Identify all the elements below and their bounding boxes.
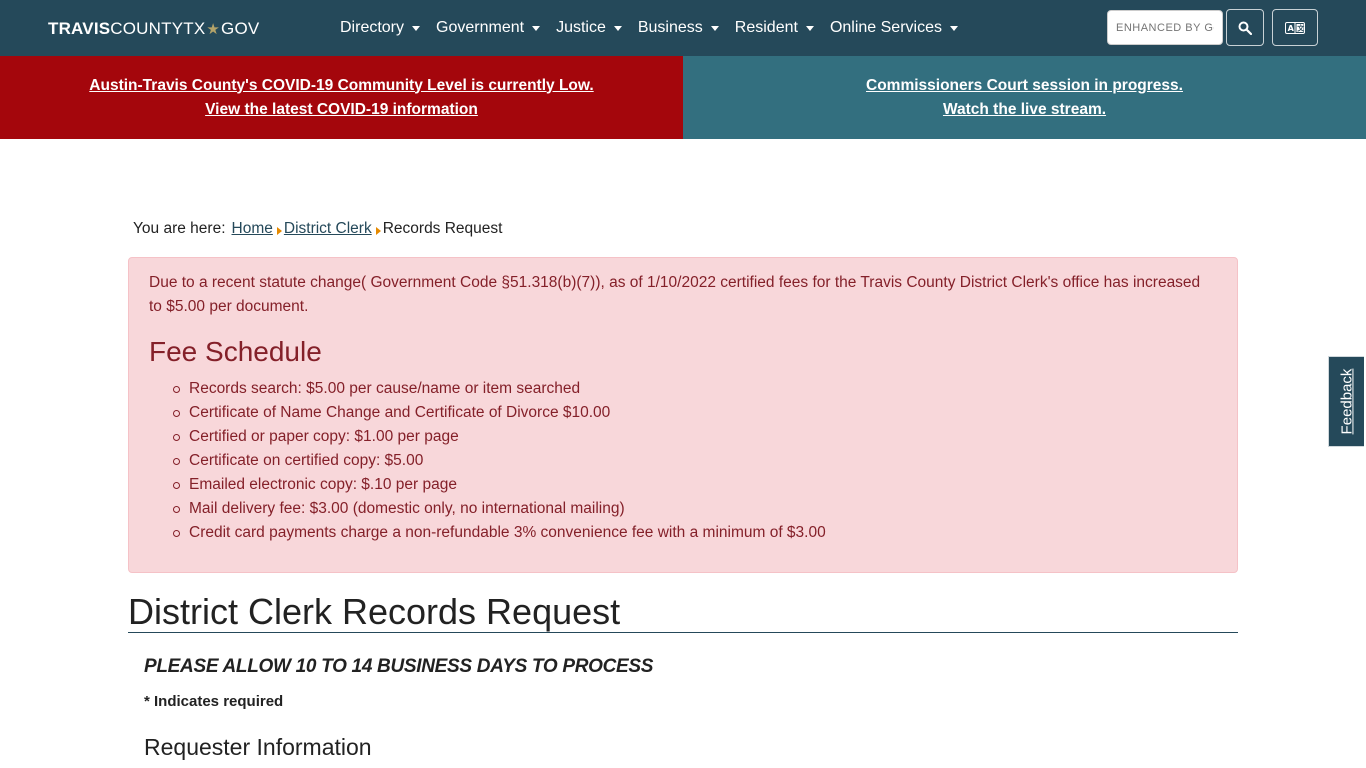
logo-part-county: COUNTYTX [110,19,206,38]
covid-level-link[interactable]: Austin-Travis County's COVID-19 Communit… [89,74,593,98]
main-nav-menu: Directory Government Justice Business Re… [332,0,966,56]
live-stream-link[interactable]: Watch the live stream. [943,98,1106,122]
covid-info-link[interactable]: View the latest COVID-19 information [205,98,478,122]
breadcrumb-home-link[interactable]: Home [232,220,273,238]
fee-alert-box: Due to a recent statute change( Governme… [128,257,1238,573]
nav-item-label: Online Services [829,19,942,36]
search-icon [1238,21,1252,35]
logo-part-gov: GOV [221,19,260,38]
site-logo[interactable]: TRAVISCOUNTYTX★GOV [48,19,259,39]
nav-item-resident[interactable]: Resident [727,19,822,37]
list-item: Records search: $5.00 per cause/name or … [173,377,1217,401]
search-input[interactable] [1108,11,1222,44]
nav-item-government[interactable]: Government [428,19,548,37]
required-indicator-note: * Indicates required [144,693,284,710]
nav-item-justice[interactable]: Justice [548,19,630,37]
translate-button[interactable]: A 文 [1272,9,1318,46]
logo-part-travis: TRAVIS [48,19,111,38]
caret-down-icon [710,25,719,31]
fee-schedule-title: Fee Schedule [149,336,322,367]
breadcrumb-arrow-icon [375,227,381,235]
caret-down-icon [949,25,958,31]
page-title: District Clerk Records Request [128,591,1238,633]
feedback-tab[interactable]: Feedback [1328,356,1364,447]
breadcrumb-current: Records Request [382,220,503,237]
court-session-banner: Commissioners Court session in progress.… [683,56,1366,139]
processing-time-note: PLEASE ALLOW 10 TO 14 BUSINESS DAYS TO P… [144,656,654,677]
nav-item-directory[interactable]: Directory [332,19,428,37]
nav-item-label: Justice [556,19,606,36]
search-button[interactable] [1226,9,1264,46]
breadcrumb-arrow-icon [276,227,282,235]
translate-icon: A 文 [1285,21,1305,34]
list-item: Certified or paper copy: $1.00 per page [173,425,1217,449]
list-item: Certificate of Name Change and Certifica… [173,401,1217,425]
star-icon: ★ [206,21,221,38]
covid-alert-banner: Austin-Travis County's COVID-19 Communit… [0,56,683,139]
nav-item-label: Resident [734,19,798,36]
search-box [1107,10,1223,45]
list-item: Mail delivery fee: $3.00 (domestic only,… [173,497,1217,521]
breadcrumb-district-clerk-link[interactable]: District Clerk [284,220,372,238]
court-session-link[interactable]: Commissioners Court session in progress. [866,74,1183,98]
list-item: Certificate on certified copy: $5.00 [173,449,1217,473]
svg-text:文: 文 [1297,23,1305,32]
top-navbar: TRAVISCOUNTYTX★GOV Directory Government … [0,0,1366,56]
fee-schedule-list: Records search: $5.00 per cause/name or … [173,377,1217,545]
feedback-label: Feedback [1338,368,1355,435]
caret-down-icon [805,25,814,31]
nav-item-label: Directory [340,19,405,36]
nav-item-online-services[interactable]: Online Services [822,19,966,37]
fee-intro-text: Due to a recent statute change( Governme… [149,274,1201,315]
caret-down-icon [532,25,541,31]
caret-down-icon [412,25,421,31]
list-item: Emailed electronic copy: $.10 per page [173,473,1217,497]
breadcrumb: You are here: Home District Clerk Record… [133,220,502,238]
requester-info-heading: Requester Information [144,734,372,760]
nav-item-business[interactable]: Business [630,19,727,37]
caret-down-icon [613,25,622,31]
nav-item-label: Business [637,19,703,36]
svg-text:A: A [1288,24,1295,33]
list-item: Credit card payments charge a non-refund… [173,521,1217,545]
breadcrumb-label: You are here: [133,220,226,237]
nav-item-label: Government [436,19,525,36]
